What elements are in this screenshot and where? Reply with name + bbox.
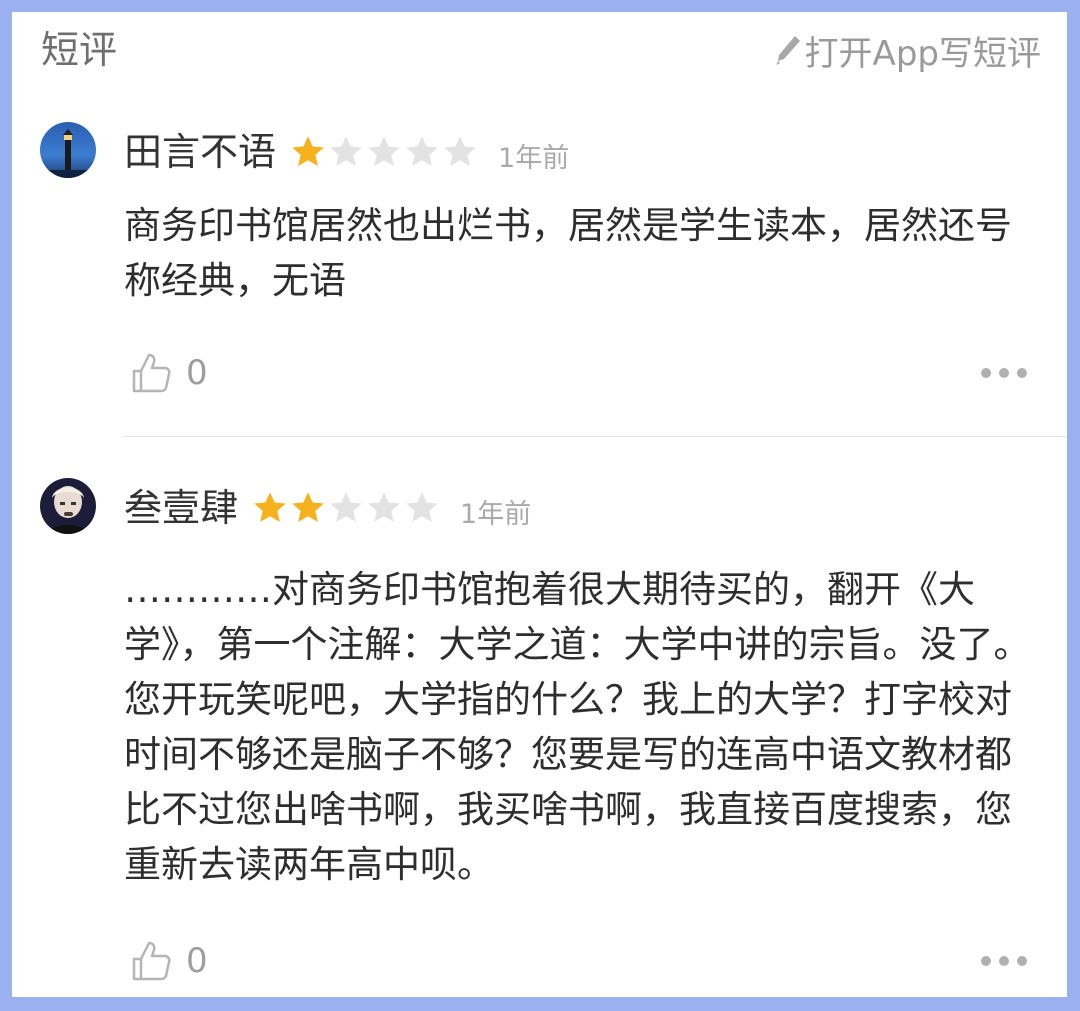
more-dot-icon: [981, 368, 991, 378]
username[interactable]: 叁壹肆: [124, 484, 238, 532]
avatar[interactable]: [40, 478, 96, 534]
like-button[interactable]: 0: [130, 939, 208, 983]
more-dot-icon: [1017, 956, 1027, 966]
pencil-icon: [775, 36, 800, 65]
review-divider: [124, 436, 1067, 437]
star-empty-icon: [444, 136, 476, 166]
username[interactable]: 田言不语: [124, 128, 276, 176]
more-options-button[interactable]: [973, 368, 1027, 378]
review-time: 1年前: [498, 142, 570, 174]
more-dot-icon: [999, 368, 1009, 378]
review-text: 商务印书馆居然也出烂书，居然是学生读本，居然还号称经典，无语: [124, 204, 1012, 302]
review-meta: 田言不语 1年前: [124, 126, 569, 178]
star-empty-icon: [330, 136, 362, 166]
star-empty-icon: [406, 136, 438, 166]
more-dot-icon: [999, 956, 1009, 966]
like-count: 0: [186, 353, 208, 393]
star-filled-icon: [254, 492, 286, 522]
star-empty-icon: [368, 136, 400, 166]
review-text: …………对商务印书馆抱着很大期待买的，翻开《大学》，第一个注解：大学之道：大学中…: [124, 568, 1031, 886]
review-time: 1年前: [460, 498, 532, 530]
review-actions: 0: [130, 348, 1027, 398]
star-filled-icon: [292, 492, 324, 522]
section-header: 短评 打开App写短评: [12, 12, 1067, 92]
more-dot-icon: [981, 956, 991, 966]
star-rating: [290, 134, 480, 170]
star-filled-icon: [292, 136, 324, 166]
like-count: 0: [186, 941, 208, 981]
star-empty-icon: [330, 492, 362, 522]
thumbs-up-icon: [132, 941, 171, 981]
review-meta: 叁壹肆 1年前: [124, 482, 531, 534]
avatar[interactable]: [40, 122, 96, 178]
star-empty-icon: [368, 492, 400, 522]
more-options-button[interactable]: [973, 956, 1027, 966]
write-review-link[interactable]: 打开App写短评: [773, 26, 1041, 74]
star-rating: [252, 490, 442, 526]
more-dot-icon: [1017, 368, 1027, 378]
thumbs-up-icon: [132, 353, 171, 393]
like-button[interactable]: 0: [130, 351, 208, 395]
star-empty-icon: [406, 492, 438, 522]
write-review-label: 打开App写短评: [804, 33, 1041, 74]
review-item: 田言不语 1年前 商务印书馆居然也出烂书，居然是学生读本，居然还号称经典，无语 …: [12, 118, 1067, 448]
review-actions: 0: [130, 936, 1027, 986]
short-review-panel: 短评 打开App写短评 田言不语 1年前 商务印书馆居然也出烂书，居然是学生读本…: [12, 12, 1067, 997]
review-item: 叁壹肆 1年前 …………对商务印书馆抱着很大期待买的，翻开《大学》，第一个注解：…: [12, 474, 1067, 997]
section-title: 短评: [41, 28, 118, 72]
